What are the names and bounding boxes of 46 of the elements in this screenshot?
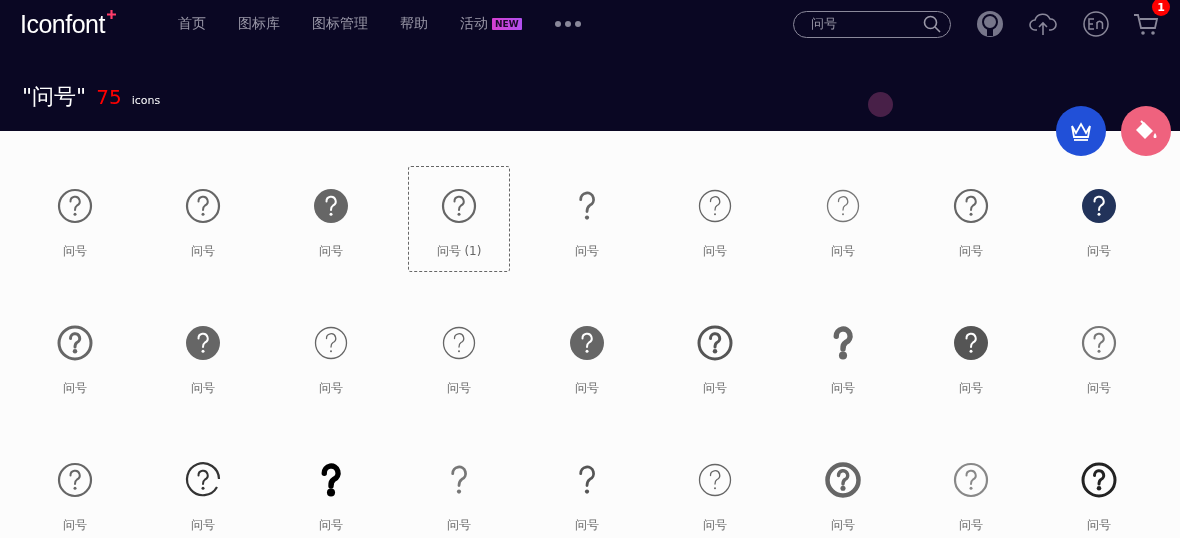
language-icon[interactable]	[1082, 10, 1110, 38]
nav-link[interactable]: 图标库	[237, 15, 280, 33]
theme-button[interactable]	[1121, 106, 1171, 156]
icon-tile[interactable]: 问号	[536, 166, 638, 272]
nav-link[interactable]: 图标管理	[311, 15, 368, 33]
nav-link[interactable]: 活动 NEW	[459, 15, 522, 33]
icon-tile[interactable]: 问号	[664, 303, 766, 409]
icon-tile[interactable]: 问号	[664, 166, 766, 272]
icon-tile[interactable]: 问号	[152, 440, 254, 538]
icon-tile[interactable]: 问号	[152, 303, 254, 409]
result-unit: icons	[131, 94, 161, 107]
nav-link[interactable]: 帮助	[399, 15, 428, 33]
icon-tile[interactable]: 问号	[408, 303, 510, 409]
nav-link[interactable]: 首页	[177, 15, 206, 33]
search-icon[interactable]	[923, 14, 941, 33]
icon-tile[interactable]: 问号	[24, 440, 126, 538]
icon-tile[interactable]: 问号	[536, 303, 638, 409]
cart-count-badge: 1	[1152, 0, 1170, 16]
more-icon[interactable]	[553, 20, 582, 28]
icon-tile[interactable]: 问号	[792, 303, 894, 409]
icon-tile[interactable]: 问号	[408, 440, 510, 538]
icon-tile[interactable]: 问号	[152, 166, 254, 272]
icon-tile[interactable]: 问号	[920, 303, 1022, 409]
plus-icon	[106, 9, 116, 19]
icon-tile[interactable]: 问号	[1048, 440, 1150, 538]
icon-tile[interactable]: 问号	[24, 303, 126, 409]
icon-tile[interactable]: 问号	[664, 440, 766, 538]
vip-button[interactable]	[1056, 106, 1106, 156]
icon-tile[interactable]: 问号	[920, 166, 1022, 272]
result-count: 75	[96, 85, 122, 109]
icon-tile[interactable]: 问号	[280, 166, 382, 272]
icon-tile[interactable]: 问号	[280, 303, 382, 409]
icon-tile[interactable]: 问号	[920, 440, 1022, 538]
icon-tile[interactable]: 问号	[792, 440, 894, 538]
icon-tile[interactable]: 问号	[792, 166, 894, 272]
icon-tile[interactable]: 问号	[24, 166, 126, 272]
icon-tile[interactable]: 问号 (1)	[408, 166, 510, 272]
search-field[interactable]: 问号	[793, 10, 951, 38]
new-badge: NEW	[491, 18, 522, 30]
search-query-title: "问号"	[22, 83, 87, 111]
logo[interactable]: Iconfont	[20, 9, 105, 39]
icon-tile[interactable]: 问号	[536, 440, 638, 538]
icon-tile[interactable]: 问号	[1048, 166, 1150, 272]
upload-cloud-icon[interactable]	[1029, 10, 1057, 38]
icon-tile[interactable]: 问号	[1048, 303, 1150, 409]
icon-tile[interactable]: 问号	[280, 440, 382, 538]
